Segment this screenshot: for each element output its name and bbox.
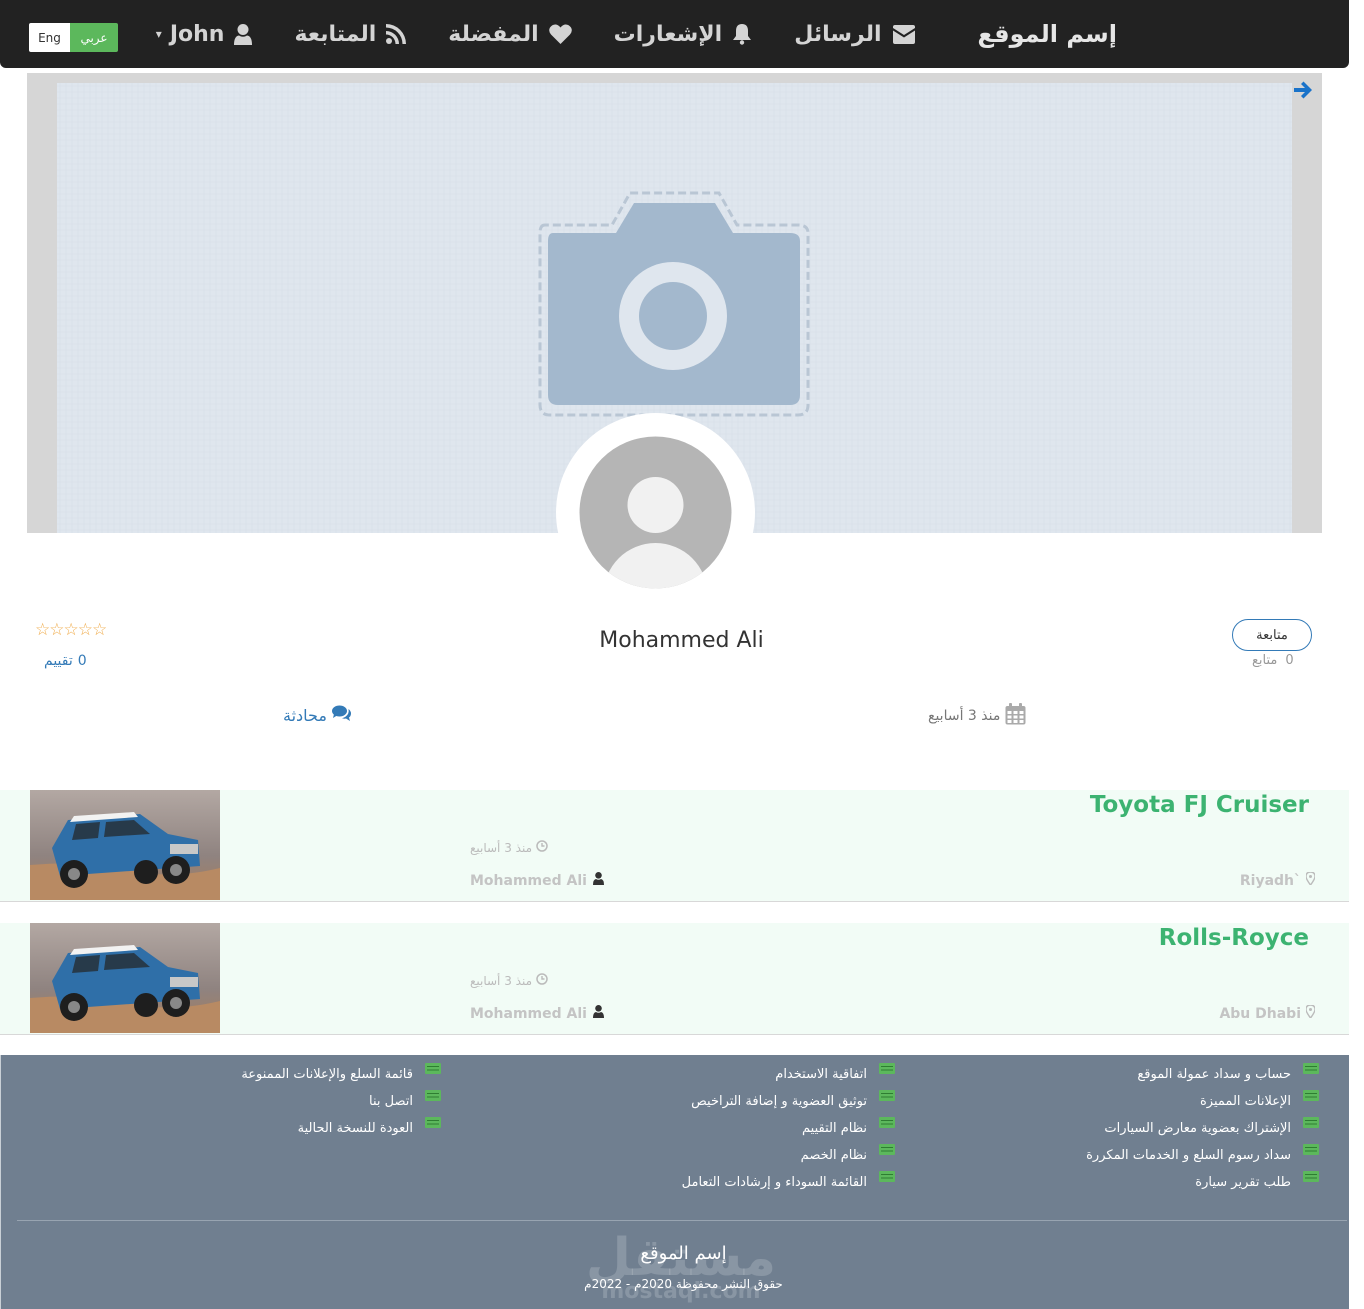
followers-label: متابع bbox=[1252, 653, 1278, 668]
list-icon bbox=[1303, 1144, 1319, 1155]
caret-down-icon: ▾ bbox=[155, 27, 162, 41]
user-icon bbox=[592, 872, 604, 889]
user-icon bbox=[234, 23, 253, 45]
bell-icon bbox=[732, 23, 752, 45]
list-icon bbox=[879, 1090, 895, 1101]
listing-author-name: Mohammed Ali bbox=[470, 1005, 587, 1022]
listing-time: منذ 3 أسابيع bbox=[470, 973, 548, 988]
arrow-right-icon[interactable] bbox=[1294, 81, 1314, 103]
listing-item[interactable]: Rolls-Royce منذ 3 أسابيع Mohammed Ali Ab… bbox=[0, 923, 1349, 1035]
clock-icon bbox=[536, 973, 548, 988]
language-switch[interactable]: Eng عربي bbox=[29, 23, 118, 52]
footer-link[interactable]: القائمة السوداء و إرشادات التعامل bbox=[682, 1169, 895, 1196]
list-icon bbox=[425, 1117, 441, 1128]
listing-location-text: Riyadh` bbox=[1239, 872, 1301, 889]
listing-location: Riyadh` bbox=[1239, 871, 1316, 889]
list-icon bbox=[1303, 1171, 1319, 1182]
footer-link[interactable]: نظام الخصم bbox=[682, 1142, 895, 1169]
clock-icon bbox=[536, 840, 548, 855]
chat-label: محادثة bbox=[283, 705, 327, 725]
listing-time: منذ 3 أسابيع bbox=[470, 840, 548, 855]
list-icon bbox=[1303, 1117, 1319, 1128]
listing-title[interactable]: Toyota FJ Cruiser bbox=[1090, 792, 1309, 818]
listing-author[interactable]: Mohammed Ali bbox=[470, 872, 604, 889]
rating-stars: ☆☆☆☆☆ bbox=[35, 620, 107, 640]
nav-messages-label: الرسائل bbox=[794, 21, 882, 47]
user-name: John bbox=[169, 21, 225, 47]
profile-name: Mohammed Ali bbox=[599, 628, 764, 653]
envelope-icon bbox=[892, 24, 916, 44]
footer-divider bbox=[17, 1220, 1347, 1221]
rating-label: تقييم bbox=[44, 653, 73, 669]
nav-following[interactable]: المتابعة bbox=[294, 21, 407, 47]
listing-location: Abu Dhabi bbox=[1219, 1004, 1316, 1022]
site-brand[interactable]: إسم الموقع bbox=[978, 20, 1118, 48]
list-icon bbox=[879, 1117, 895, 1128]
footer-link[interactable]: الإعلانات المميزة bbox=[1086, 1088, 1319, 1115]
site-footer: حساب و سداد عمولة الموقع الإعلانات الممي… bbox=[0, 1055, 1349, 1309]
user-icon bbox=[592, 1005, 604, 1022]
listing-author[interactable]: Mohammed Ali bbox=[470, 1005, 604, 1022]
footer-link[interactable]: طلب تقرير سيارة bbox=[1086, 1169, 1319, 1196]
nav-favorites[interactable]: المفضلة bbox=[448, 21, 572, 47]
followers-number: 0 bbox=[1285, 653, 1294, 668]
nav-notifications-label: الإشعارات bbox=[613, 21, 723, 47]
listing-thumbnail[interactable] bbox=[30, 923, 220, 1033]
footer-column-2: اتفاقية الاستخدام توثيق العضوية و إضافة … bbox=[682, 1061, 895, 1196]
followers-count: 0 متابع bbox=[1252, 653, 1294, 668]
footer-link[interactable]: العودة للنسخة الحالية bbox=[241, 1115, 441, 1142]
list-icon bbox=[1303, 1090, 1319, 1101]
list-icon bbox=[1303, 1063, 1319, 1074]
copyright: حقوق النشر محفوظة 2020م - 2022م bbox=[584, 1277, 783, 1291]
list-icon bbox=[425, 1090, 441, 1101]
lang-ar-button[interactable]: عربي bbox=[70, 23, 118, 52]
list-icon bbox=[879, 1063, 895, 1074]
list-icon bbox=[879, 1144, 895, 1155]
footer-link[interactable]: سداد رسوم السلع و الخدمات المكررة bbox=[1086, 1142, 1319, 1169]
listing-time-text: منذ 3 أسابيع bbox=[470, 840, 533, 855]
list-icon bbox=[879, 1171, 895, 1182]
nav-favorites-label: المفضلة bbox=[448, 21, 539, 47]
joined-text: منذ 3 أسابيع bbox=[928, 708, 1001, 724]
footer-link[interactable]: اتصل بنا bbox=[241, 1088, 441, 1115]
joined-date: منذ 3 أسابيع bbox=[928, 703, 1026, 729]
rating-count: 0 bbox=[77, 653, 87, 669]
calendar-icon bbox=[1005, 703, 1026, 729]
listing-author-name: Mohammed Ali bbox=[470, 872, 587, 889]
user-menu-dropdown[interactable]: John ▾ bbox=[156, 22, 253, 47]
rating-count-link[interactable]: 0 تقييم bbox=[44, 653, 87, 669]
listing-location-text: Abu Dhabi bbox=[1219, 1005, 1301, 1022]
footer-column-1: حساب و سداد عمولة الموقع الإعلانات الممي… bbox=[1086, 1061, 1319, 1196]
lang-en-button[interactable]: Eng bbox=[29, 23, 70, 52]
profile-avatar[interactable] bbox=[556, 413, 755, 612]
top-navbar: إسم الموقع الرسائل الإشعارات المفضلة الم… bbox=[0, 0, 1349, 68]
nav-following-label: المتابعة bbox=[294, 21, 377, 47]
footer-link[interactable]: قائمة السلع والإعلانات الممنوعة bbox=[241, 1061, 441, 1088]
footer-link[interactable]: الإشتراك بعضوية معارض السيارات bbox=[1086, 1115, 1319, 1142]
nav-messages[interactable]: الرسائل bbox=[794, 22, 915, 47]
map-marker-icon bbox=[1305, 1004, 1316, 1022]
footer-link[interactable]: توثيق العضوية و إضافة التراخيص bbox=[682, 1088, 895, 1115]
listing-thumbnail[interactable] bbox=[30, 790, 220, 900]
follow-button[interactable]: متابعة bbox=[1232, 619, 1312, 651]
heart-icon bbox=[548, 24, 572, 44]
footer-link[interactable]: نظام التقييم bbox=[682, 1115, 895, 1142]
list-icon bbox=[425, 1063, 441, 1074]
listing-item[interactable]: Toyota FJ Cruiser منذ 3 أسابيع Mohammed … bbox=[0, 790, 1349, 902]
footer-link[interactable]: اتفاقية الاستخدام bbox=[682, 1061, 895, 1088]
nav-items: إسم الموقع الرسائل الإشعارات المفضلة الم… bbox=[114, 0, 1117, 68]
map-marker-icon bbox=[1305, 871, 1316, 889]
rss-icon bbox=[386, 24, 407, 44]
comments-icon bbox=[331, 705, 351, 725]
listing-time-text: منذ 3 أسابيع bbox=[470, 973, 533, 988]
footer-site-name[interactable]: إسم الموقع bbox=[482, 1243, 885, 1264]
chat-link[interactable]: محادثة bbox=[283, 705, 351, 725]
nav-notifications[interactable]: الإشعارات bbox=[614, 22, 753, 47]
listing-title[interactable]: Rolls-Royce bbox=[1159, 925, 1309, 951]
footer-column-3: قائمة السلع والإعلانات الممنوعة اتصل بنا… bbox=[241, 1061, 441, 1142]
footer-link[interactable]: حساب و سداد عمولة الموقع bbox=[1086, 1061, 1319, 1088]
